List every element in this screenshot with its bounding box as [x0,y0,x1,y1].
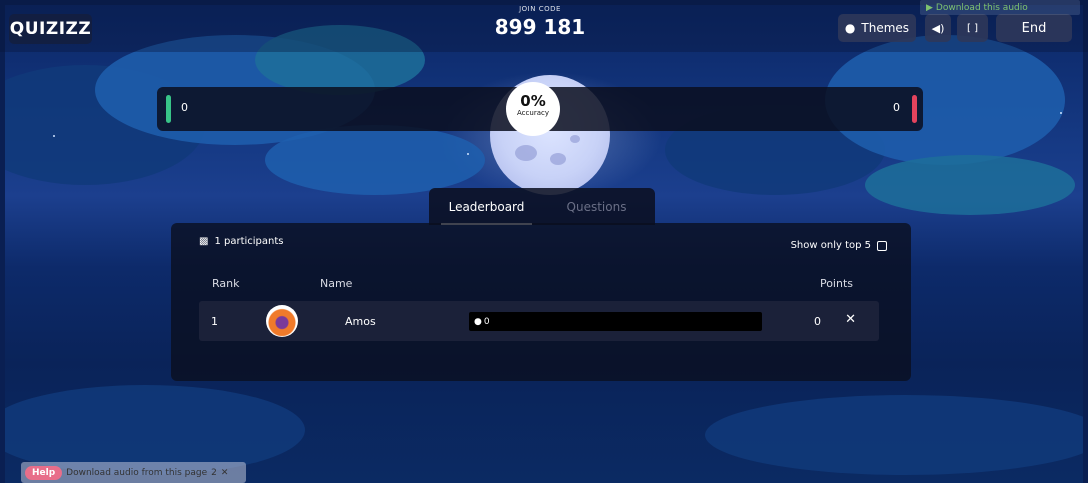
help-button[interactable]: Help [25,465,63,480]
row-points: 0 [814,315,821,328]
progress-bar: ● 0 [469,312,762,331]
correct-count: 0 [181,101,188,114]
row-streak: 0 [483,316,490,327]
water-drop-icon: ● [474,316,482,327]
column-rank: Rank [212,277,240,290]
close-icon[interactable]: ✕ [221,468,229,478]
cloud-decoration [705,395,1083,475]
participants-label: 1 participants [214,236,284,247]
tab-leaderboard[interactable]: Leaderboard [439,188,534,225]
star-decoration [53,135,55,137]
fullscreen-icon: [ ] [967,22,978,34]
themes-button[interactable]: ● Themes [838,14,916,42]
show-top5-toggle[interactable]: Show only top 5 [791,240,887,251]
cloud-decoration [265,125,485,195]
tab-bar: Leaderboard Questions [429,188,655,225]
show-top5-checkbox[interactable] [877,240,887,251]
table-row[interactable]: 1 Amos ● 0 0 ✕ [199,301,879,341]
accuracy-percent: 0% [520,92,546,110]
column-name: Name [320,277,353,290]
extension-audio-text[interactable]: Download audio from this page [66,468,207,478]
join-code: 899 181 [494,15,586,39]
row-rank: 1 [211,315,218,328]
quizizz-logo[interactable]: QUIZIZZ [9,14,92,44]
accuracy-label: Accuracy [517,109,549,117]
cloud-decoration [865,155,1075,215]
star-decoration [1060,112,1062,114]
incorrect-count: 0 [893,101,900,114]
participants-icon: ▩ [199,236,209,247]
tab-questions[interactable]: Questions [549,188,644,225]
download-audio-extension[interactable]: ▶ Download this audio [920,0,1080,15]
show-top5-label: Show only top 5 [790,240,871,251]
participants-count: ▩ 1 participants [199,236,284,247]
star-decoration [467,153,469,155]
correct-indicator [166,95,171,123]
extension-audio-count: 2 [211,467,217,478]
avatar [266,305,298,337]
incorrect-indicator [912,95,917,123]
row-name: Amos [345,315,376,328]
fullscreen-button[interactable]: [ ] [957,14,988,42]
themes-label: Themes [861,21,910,35]
column-points: Points [819,277,853,290]
download-audio-label: Download this audio [935,2,1028,13]
speaker-icon: ◀) [931,21,945,35]
join-code-block: JOIN CODE 899 181 [460,5,620,39]
palette-icon: ● [844,21,856,35]
join-code-label: JOIN CODE [519,5,561,13]
end-button[interactable]: End [996,14,1072,42]
extension-audio-bar: Help Download audio from this page 2 ✕ [21,462,246,483]
leaderboard-panel: ▩ 1 participants Show only top 5 Rank Na… [171,223,911,381]
close-icon[interactable]: ✕ [845,312,856,327]
sound-button[interactable]: ◀) [925,14,951,42]
accuracy-circle: 0% Accuracy [506,82,560,136]
play-icon: ▶ [926,2,933,13]
